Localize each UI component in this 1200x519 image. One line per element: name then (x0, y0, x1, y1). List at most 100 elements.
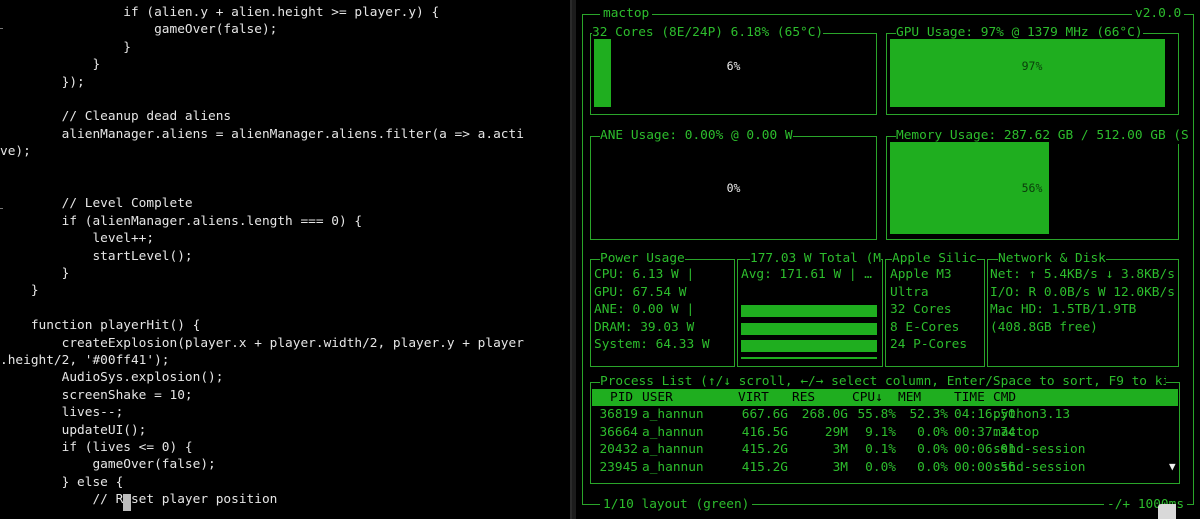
code-editor-pane[interactable]: if (alien.y + alien.height >= player.y) … (0, 0, 572, 519)
app-version: v2.0.0 (1132, 6, 1185, 22)
chip-model: Apple M3 (890, 267, 952, 282)
process-cell: 268.0G (801, 407, 848, 422)
code-line: if (lives <= 0) { (0, 440, 193, 455)
network-disk-title: Network & Disk (998, 251, 1106, 267)
process-cell: 00:37.74 (954, 424, 1016, 440)
code-line: lives--; (0, 405, 124, 421)
process-cell: 00:00.56 (954, 459, 1016, 475)
total-power-title: 177.03 W Total (M (750, 251, 881, 267)
code-line: updateUI(); (0, 422, 147, 438)
cpu-percent: 6% (726, 59, 741, 73)
code-line: } (0, 283, 39, 299)
process-cell: 55.8% (857, 407, 896, 422)
power-system: System: 64.33 W (594, 337, 710, 352)
process-list-title: Process List (↑/↓ scroll, ←/→ select col… (600, 374, 1166, 390)
code-line: .height/2, '#00ff41'); (0, 353, 170, 368)
power-cpu: CPU: 6.13 W | (594, 267, 695, 282)
code-line: function playerHit() { (0, 318, 201, 334)
power-history-bar (741, 305, 877, 317)
chip-e-cores: 8 E-Cores (890, 320, 960, 335)
power-dram: DRAM: 39.03 W (594, 320, 695, 335)
process-cell: mactop (993, 424, 1040, 440)
code-line: }); (0, 74, 85, 90)
code-line: } else { (0, 474, 124, 490)
process-cell: 0.0% (917, 459, 948, 475)
process-cell: 415.2G (741, 459, 788, 475)
column-header-cmd[interactable]: CMD (993, 389, 1016, 406)
chip-variant: Ultra (890, 285, 929, 300)
cpu-panel (590, 33, 877, 115)
process-cell: 52.3% (909, 407, 948, 422)
process-cell: 0.0% (917, 442, 948, 458)
column-header-mem[interactable]: MEM (898, 389, 921, 406)
code-line: } (0, 57, 101, 73)
code-line: } (0, 266, 70, 281)
code-line: screenShake = 10; (0, 387, 193, 403)
memory-percent: 56% (1021, 181, 1043, 195)
app-frame-top (582, 14, 1194, 15)
process-cell: python3.13 (993, 407, 1071, 422)
network-rate: Net: ↑ 5.4KB/s ↓ 3.8KB/s (990, 267, 1175, 282)
process-cell: 667.6G (741, 407, 788, 422)
code-line: ve); (0, 144, 31, 160)
process-row[interactable]: 36664 a_hannun 416.5G 29M 9.1% 0.0% 00:37.74 ma… (592, 424, 1178, 442)
power-ane: ANE: 0.00 W | (594, 302, 695, 317)
power-history-bar (741, 357, 877, 359)
process-row[interactable]: 36819 a_hannun 667.6G 268.0G 55.8% 52.3% 04:16… (592, 406, 1178, 424)
column-header-time[interactable]: TIME (954, 389, 985, 406)
gpu-usage-bar (890, 39, 1165, 107)
process-cell: a_hannun (642, 459, 704, 475)
code-line: AudioSys.explosion(); (0, 370, 224, 386)
code-line: alienManager.aliens = alienManager.alien… (0, 126, 524, 142)
column-header-res[interactable]: RES (792, 389, 815, 406)
gpu-percent: 97% (1021, 59, 1043, 73)
process-cell: 04:16.50 (954, 407, 1016, 422)
process-table-header[interactable]: PID USER VIRT RES CPU↓ MEM TIME CMD (592, 389, 1178, 406)
column-header-user[interactable]: USER (642, 389, 673, 406)
ane-title: ANE Usage: 0.00% @ 0.00 W (600, 128, 793, 144)
chip-cores: 32 Cores (890, 302, 952, 317)
process-cell: 0.0% (917, 424, 948, 440)
process-cell: 0.1% (865, 442, 896, 458)
code-line: gameOver(false); (0, 457, 216, 473)
disk-free: (408.8GB free) (990, 320, 1098, 335)
code-line: // Level Complete (0, 196, 193, 212)
power-history-bar (741, 323, 877, 335)
disk-usage: Mac HD: 1.5TB/1.9TB (990, 302, 1137, 317)
process-cell: 23945 (599, 459, 638, 475)
power-title: Power Usage (600, 251, 685, 267)
code-line: startLevel(); (0, 248, 193, 264)
code-line: if (alien.y + alien.height >= player.y) … (0, 5, 440, 20)
cpu-title: 32 Cores (8E/24P) 6.18% (65°C) (592, 25, 824, 41)
process-cell: 416.5G (741, 424, 788, 440)
process-row[interactable]: 23945 a_hannun 415.2G 3M 0.0% 0.0% 00:00.56 ssh… (592, 459, 1178, 477)
app-title: mactop (600, 6, 653, 22)
app-frame-right (1193, 14, 1194, 505)
power-gpu: GPU: 67.54 W (594, 285, 687, 300)
column-header-pid[interactable]: PID (610, 389, 633, 406)
power-history-bar (741, 340, 877, 352)
total-power-avg: Avg: 171.61 W | … (741, 267, 872, 282)
code-line: } (0, 39, 131, 55)
process-cell: a_hannun (642, 407, 704, 422)
process-cell: 29M (824, 424, 848, 440)
column-header-cpu[interactable]: CPU↓ (852, 389, 883, 406)
code-line: if (alienManager.aliens.length === 0) { (0, 213, 363, 229)
column-header-virt[interactable]: VIRT (738, 389, 769, 406)
scroll-down-icon[interactable]: ▼ (1169, 460, 1176, 473)
process-cell: 415.2G (741, 442, 788, 458)
process-cell: 3M (832, 442, 848, 458)
process-cell: a_hannun (642, 424, 704, 440)
gutter-mark (0, 28, 3, 29)
process-cell: sshd-session (993, 442, 1086, 458)
process-cell: 00:06.01 (954, 442, 1016, 458)
text-cursor (123, 494, 131, 511)
gutter-mark (0, 208, 3, 209)
process-cell: 9.1% (865, 424, 896, 440)
window-resize-handle[interactable] (1158, 504, 1176, 519)
process-row[interactable]: 20432 a_hannun 415.2G 3M 0.1% 0.0% 00:06.01 ssh… (592, 441, 1178, 459)
ane-percent: 0% (726, 181, 741, 195)
mactop-pane[interactable]: mactop v2.0.0 32 Cores (8E/24P) 6.18% (6… (576, 0, 1200, 519)
process-cell: 3M (832, 459, 848, 475)
process-cell: 0.0% (865, 459, 896, 475)
